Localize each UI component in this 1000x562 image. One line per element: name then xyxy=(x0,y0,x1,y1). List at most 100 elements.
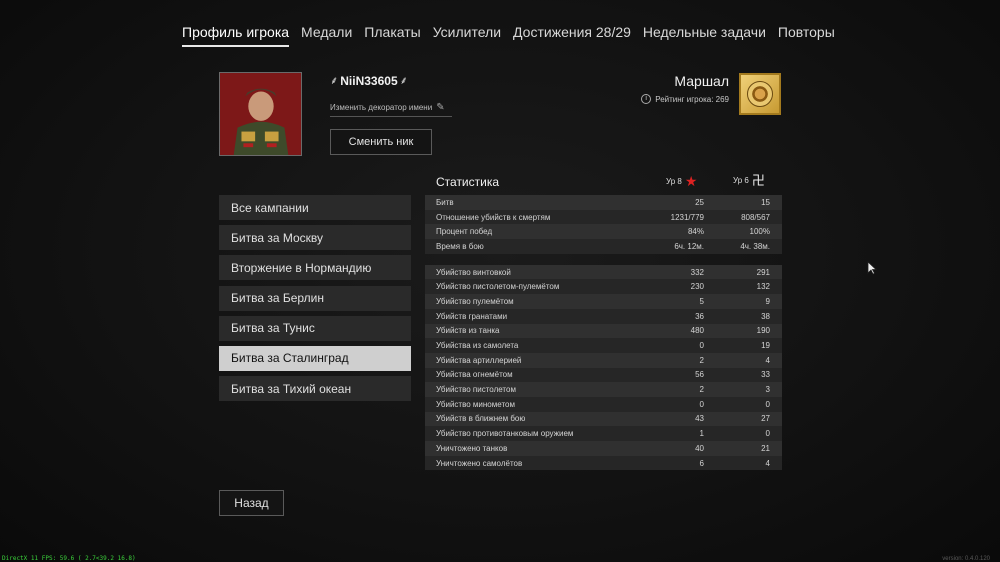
stat-label: Убийств в ближнем бою xyxy=(436,414,526,424)
tab-0[interactable]: Профиль игрока xyxy=(182,24,290,47)
stat-label: Отношение убийств к смертям xyxy=(436,212,551,222)
stat-value-level-8: 36 xyxy=(695,311,704,321)
stat-value-level-8: 332 xyxy=(690,267,704,277)
change-decorator-label: Изменить декоратор имени xyxy=(330,103,433,112)
nickname: NiiN33605 xyxy=(340,73,398,88)
tab-2[interactable]: Плакаты xyxy=(364,24,420,47)
tab-1[interactable]: Медали xyxy=(301,24,352,47)
tab-4[interactable]: Достижения 28/29 xyxy=(513,24,631,47)
nick-decor-left: ⸙ xyxy=(330,75,339,87)
stats-row: Убийства артиллерией 2 4 xyxy=(425,352,782,368)
stat-value-level-8: 2 xyxy=(699,385,704,395)
general-stats-table: Битв 25 15 Отношение убийств к смертям 1231/… xyxy=(425,195,782,254)
campaign-item[interactable]: Битва за Тихий океан xyxy=(219,376,411,402)
stat-value-level-6: 132 xyxy=(756,282,770,292)
campaign-item[interactable]: Все кампании xyxy=(219,195,411,220)
stat-value-level-6: 33 xyxy=(761,370,770,380)
stat-value-level-8: 84% xyxy=(687,227,704,237)
stat-value-level-8: 56 xyxy=(695,370,704,380)
stat-label: Убийство пистолетом-пулемётом xyxy=(436,282,560,292)
level-8-label: Ур 8 xyxy=(666,176,682,186)
pencil-icon: ✎ xyxy=(436,102,445,113)
stat-label: Время в бою xyxy=(436,241,484,251)
stat-label: Убийство пулемётом xyxy=(436,296,514,306)
stats-row: Убийство пистолетом 2 3 xyxy=(425,382,782,397)
fps-counter: DirectX 11 FPS: 59.6 ( 2.7<39.2 16.8) xyxy=(2,555,136,562)
stat-value-level-8: 1 xyxy=(699,429,704,439)
info-icon[interactable]: i xyxy=(641,94,652,104)
level-8-column-header: Ур 8 ★ xyxy=(666,174,697,188)
nick-decor-right: ⸙ xyxy=(399,75,408,87)
stat-value-level-6: 27 xyxy=(761,414,770,424)
stat-value-level-6: 3 xyxy=(765,385,770,395)
stat-value-level-8: 0 xyxy=(699,399,704,409)
stat-label: Убийств гранатами xyxy=(436,311,508,321)
mouse-cursor-icon xyxy=(867,261,877,275)
stat-value-level-6: 19 xyxy=(761,341,770,351)
stats-row: Убийств гранатами 36 38 xyxy=(425,308,782,324)
stat-value-level-8: 25 xyxy=(695,197,704,207)
rank-title: Маршал xyxy=(674,73,729,89)
stat-value-level-6: 4 xyxy=(765,458,770,468)
rating-label: Рейтинг игрока: 269 xyxy=(655,94,729,104)
stats-panel: Статистика Ур 8 ★ Ур 6 卍 Битв 25 1 5 Отношен… xyxy=(425,170,782,471)
stats-row: Отношение убийств к смертям 1231/779 808/5… xyxy=(425,209,782,225)
kill-stats-table: Убийство винтовкой 332 291 Убийство пистоле… xyxy=(425,264,782,471)
stat-value-level-6: 0 xyxy=(765,399,770,409)
stat-label: Убийства огнемётом xyxy=(436,370,513,380)
stats-row: Уничтожено танков 40 21 xyxy=(425,441,782,456)
stat-label: Убийство винтовкой xyxy=(436,267,511,277)
tab-5[interactable]: Недельные задачи xyxy=(643,24,766,47)
stats-row: Убийства из самолета 0 19 xyxy=(425,338,782,353)
stat-value-level-8: 480 xyxy=(690,326,704,336)
back-button[interactable]: Назад xyxy=(219,490,284,516)
soviet-star-icon: ★ xyxy=(684,173,698,189)
stat-value-level-8: 1231/779 xyxy=(670,212,704,222)
stats-row: Убийство пистолетом-пулемётом 230 132 xyxy=(425,279,782,295)
stats-title: Статистика xyxy=(436,175,500,189)
version-label: version: 0.4.0.120 xyxy=(942,556,990,562)
stats-row: Убийство противотанковым оружием 1 0 xyxy=(425,426,782,441)
stats-row: Убийства огнемётом 56 33 xyxy=(425,367,782,383)
change-nick-button[interactable]: Сменить ник xyxy=(330,129,432,155)
stats-row: Убийство винтовкой 332 291 xyxy=(425,264,782,280)
general-portrait xyxy=(220,73,301,155)
stat-value-level-8: 5 xyxy=(699,296,704,306)
stat-label: Убийств из танка xyxy=(436,326,500,336)
stat-value-level-8: 6ч. 12м. xyxy=(674,241,704,251)
tab-3[interactable]: Усилители xyxy=(433,24,501,47)
stat-label: Убийство минометом xyxy=(436,399,515,409)
stat-value-level-8: 2 xyxy=(699,355,704,365)
stats-row: Время в бою 6ч. 12м. 4ч. 38м. xyxy=(425,239,782,254)
campaign-list: Все кампании Битва за Москву Вторжение в Н… xyxy=(219,195,411,406)
stat-value-level-8: 43 xyxy=(695,414,704,424)
stat-value-level-8: 0 xyxy=(699,341,704,351)
stat-value-level-6: 4ч. 38м. xyxy=(740,241,770,251)
stat-value-level-8: 6 xyxy=(699,458,704,468)
stat-value-level-6: 291 xyxy=(756,267,770,277)
stat-value-level-6: 808/567 xyxy=(741,212,770,222)
campaign-item[interactable]: Вторжение в Нормандию xyxy=(219,255,411,281)
stat-value-level-8: 40 xyxy=(695,443,704,453)
change-decorator-link[interactable]: Изменить декоратор имени ✎ xyxy=(330,102,452,117)
stat-label: Уничтожено самолётов xyxy=(436,458,523,468)
stat-label: Уничтожено танков xyxy=(436,443,508,453)
stats-row: Убийство пулемётом 5 9 xyxy=(425,294,782,309)
player-rating: i Рейтинг игрока: 269 xyxy=(641,94,729,104)
stat-value-level-6: 9 xyxy=(765,296,770,306)
rank-badge-icon xyxy=(739,73,781,115)
stat-value-level-8: 230 xyxy=(690,282,704,292)
campaign-item[interactable]: Битва за Сталинград xyxy=(219,345,411,371)
stat-value-level-6: 38 xyxy=(761,311,770,321)
stat-label: Битв xyxy=(436,197,454,207)
campaign-item[interactable]: Битва за Тунис xyxy=(219,315,411,341)
top-nav: Профиль игрока Медали Плакаты Усилители Дост… xyxy=(182,24,835,47)
axis-cross-icon: 卍 xyxy=(751,173,765,188)
avatar[interactable] xyxy=(219,72,302,156)
level-6-label: Ур 6 xyxy=(733,176,749,185)
nickname-row: ⸙ NiiN33605 ⸙ xyxy=(330,73,408,88)
campaign-item[interactable]: Битва за Берлин xyxy=(219,285,411,311)
campaign-item[interactable]: Битва за Москву xyxy=(219,225,411,251)
stats-row: Убийство минометом 0 0 xyxy=(425,396,782,412)
tab-6[interactable]: Повторы xyxy=(778,24,835,47)
